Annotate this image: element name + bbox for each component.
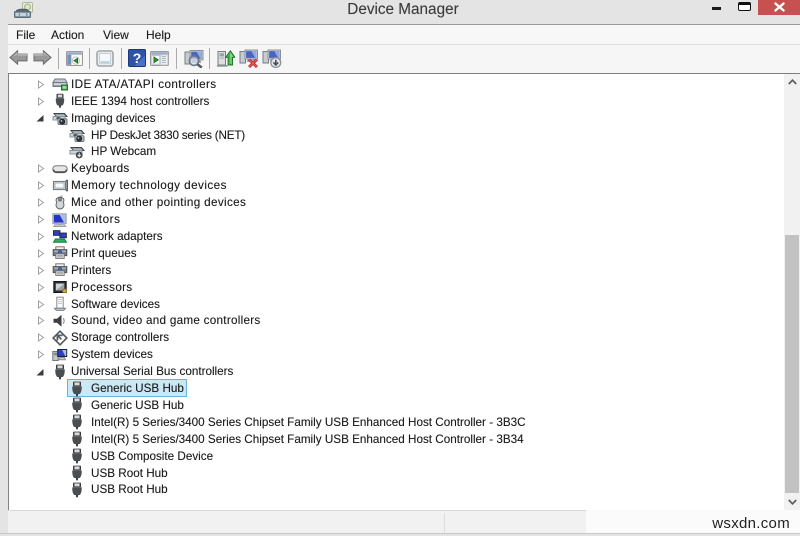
svg-text:?: ? [133,50,142,66]
